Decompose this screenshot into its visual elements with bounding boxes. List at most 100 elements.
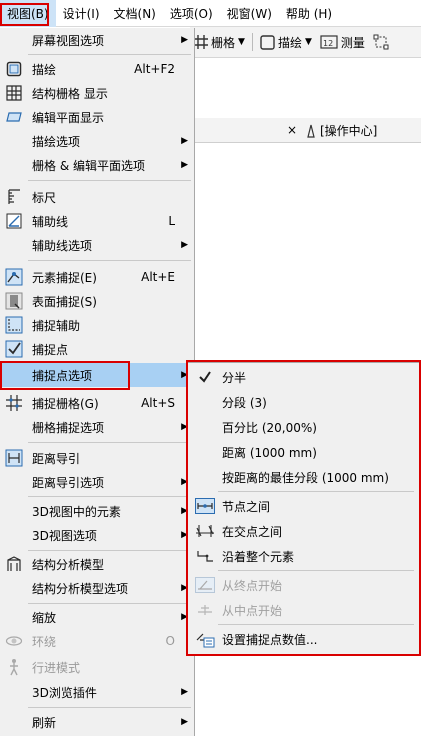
menu-item-refresh[interactable]: 刷新 ▶ bbox=[1, 710, 194, 734]
trace-tool-label: 描绘 bbox=[277, 35, 302, 50]
submenu-item-label: 在交点之间 bbox=[222, 524, 283, 539]
snap-grid-icon bbox=[5, 394, 23, 412]
submenu-item-set-snap-values[interactable]: 设置捕捉点数值... bbox=[189, 627, 419, 651]
menu-design[interactable]: 设计(I) bbox=[56, 0, 107, 27]
submenu-arrow-icon: ▶ bbox=[181, 136, 188, 146]
menu-item-grid-snap-options[interactable]: 栅格捕捉选项 ▶ bbox=[1, 415, 194, 439]
structural-model-icon bbox=[5, 555, 23, 573]
menu-separator bbox=[28, 180, 191, 181]
menu-bar: 视图(B) 设计(I) 文档(N) 选项(O) 视窗(W) 帮助 (H) bbox=[0, 0, 421, 27]
submenu-item-percentage[interactable]: 百分比 (20,00%) bbox=[189, 415, 419, 439]
selection-icon bbox=[373, 34, 389, 50]
submenu-item-half[interactable]: 分半 bbox=[189, 365, 419, 389]
submenu-item-label: 距离 (1000 mm) bbox=[222, 445, 317, 460]
menu-item-trace[interactable]: 描绘 Alt+F2 bbox=[1, 57, 194, 81]
grid-tool-label: 栅格 bbox=[211, 35, 236, 50]
menu-item-label: 行进模式 bbox=[32, 660, 81, 675]
menu-item-label: 距离导引选项 bbox=[32, 475, 105, 490]
menu-separator bbox=[28, 550, 191, 551]
trace-tool[interactable]: 描绘 ▼ bbox=[256, 34, 316, 51]
menu-item-elements-in-3d-view[interactable]: 3D视图中的元素 ▶ bbox=[1, 499, 194, 523]
measure-tool[interactable]: 12 测量 bbox=[316, 34, 369, 51]
menu-separator bbox=[28, 260, 191, 261]
select-tool[interactable] bbox=[369, 34, 393, 50]
guide-line-icon bbox=[5, 212, 23, 230]
menu-item-label: 结构分析模型选项 bbox=[32, 581, 129, 596]
menu-item-label: 3D浏览插件 bbox=[32, 685, 97, 700]
submenu-item-from-endpoint: 从终点开始 bbox=[189, 573, 419, 597]
menu-item-label: 刷新 bbox=[32, 715, 57, 730]
menu-item-3d-navigation-extras[interactable]: 3D浏览插件 ▶ bbox=[1, 680, 194, 704]
submenu-arrow-icon: ▶ bbox=[181, 240, 188, 250]
submenu-item-label: 节点之间 bbox=[222, 499, 271, 514]
menu-help[interactable]: 帮助 (H) bbox=[279, 0, 339, 27]
menu-item-element-snap[interactable]: 元素捕捉(E) Alt+E bbox=[1, 265, 194, 289]
submenu-arrow-icon: ▶ bbox=[181, 687, 188, 697]
menu-item-label: 辅助线选项 bbox=[32, 238, 93, 253]
menu-item-zoom[interactable]: 缩放 ▶ bbox=[1, 605, 194, 629]
orbit-icon bbox=[5, 632, 23, 650]
menu-item-structural-analysis-model[interactable]: 结构分析模型 bbox=[1, 552, 194, 576]
toolbar: 栅格 ▼ 描绘 ▼ 12 测量 bbox=[190, 27, 421, 58]
menu-item-label: 缩放 bbox=[32, 610, 57, 625]
menu-item-snap-guide[interactable]: 捕捉辅助 bbox=[1, 313, 194, 337]
submenu-item-best-division-by-distance[interactable]: 按距离的最佳分段 (1000 mm) bbox=[189, 465, 419, 489]
between-intersections-icon bbox=[195, 522, 215, 540]
chevron-down-icon: ▼ bbox=[304, 37, 312, 47]
menu-item-grid-edit-plane-options[interactable]: 栅格 & 编辑平面选项 ▶ bbox=[1, 153, 194, 177]
menu-item-distance-guide[interactable]: 距离导引 bbox=[1, 446, 194, 470]
menu-separator bbox=[28, 603, 191, 604]
menu-item-label: 描绘 bbox=[32, 62, 57, 77]
menu-item-label: 3D视图选项 bbox=[32, 528, 97, 543]
menu-item-guide-line-options[interactable]: 辅助线选项 ▶ bbox=[1, 233, 194, 257]
trace-icon bbox=[5, 60, 23, 78]
menu-item-orbit: 环绕 O bbox=[1, 629, 194, 653]
menu-item-snap-grid[interactable]: 捕捉栅格(G) Alt+S bbox=[1, 391, 194, 415]
submenu-item-distance[interactable]: 距离 (1000 mm) bbox=[189, 440, 419, 464]
submenu-separator bbox=[218, 491, 414, 492]
submenu-item-between-nodes[interactable]: 节点之间 bbox=[189, 494, 419, 518]
menu-item-snap-point[interactable]: 捕捉点 bbox=[1, 337, 194, 361]
menu-item-screen-view-options[interactable]: 屏幕视图选项 ▶ bbox=[1, 28, 194, 52]
menu-item-3d-view-options[interactable]: 3D视图选项 ▶ bbox=[1, 523, 194, 547]
menu-window[interactable]: 视窗(W) bbox=[220, 0, 279, 27]
submenu-item-along-entire-element[interactable]: 沿着整个元素 bbox=[189, 544, 419, 568]
menu-item-guide-line[interactable]: 辅助线 L bbox=[1, 209, 194, 233]
from-endpoint-icon bbox=[195, 576, 215, 594]
menu-separator bbox=[28, 496, 191, 497]
menu-item-distance-guide-options[interactable]: 距离导引选项 ▶ bbox=[1, 470, 194, 494]
menu-options[interactable]: 选项(O) bbox=[163, 0, 220, 27]
menu-item-surface-snap[interactable]: 表面捕捉(S) bbox=[1, 289, 194, 313]
submenu-item-from-midpoint: 从中点开始 bbox=[189, 598, 419, 622]
view-tab-strip: × [操作中心] bbox=[190, 118, 421, 143]
menu-item-structural-analysis-model-options[interactable]: 结构分析模型选项 ▶ bbox=[1, 576, 194, 600]
submenu-arrow-icon: ▶ bbox=[181, 160, 188, 170]
grid-icon bbox=[5, 84, 23, 102]
action-center-icon bbox=[306, 124, 316, 138]
submenu-item-label: 从中点开始 bbox=[222, 603, 283, 618]
submenu-item-segments[interactable]: 分段 (3) bbox=[189, 390, 419, 414]
menu-separator bbox=[28, 707, 191, 708]
menu-item-label: 标尺 bbox=[32, 190, 57, 205]
menu-item-label: 结构分析模型 bbox=[32, 557, 105, 572]
menu-view[interactable]: 视图(B) bbox=[0, 0, 56, 27]
grid-tool-icon bbox=[194, 35, 208, 49]
submenu-item-between-intersections[interactable]: 在交点之间 bbox=[189, 519, 419, 543]
shortcut-label: O bbox=[165, 634, 175, 648]
menu-item-snap-point-options[interactable]: 捕捉点选项 ▶ bbox=[1, 363, 194, 387]
tab-action-center[interactable]: [操作中心] bbox=[306, 122, 377, 139]
grid-tool[interactable]: 栅格 ▼ bbox=[190, 34, 249, 51]
menu-document[interactable]: 文档(N) bbox=[107, 0, 163, 27]
menu-item-structural-grid[interactable]: 结构栅格 显示 bbox=[1, 81, 194, 105]
submenu-item-label: 从终点开始 bbox=[222, 578, 283, 593]
menu-item-trace-options[interactable]: 描绘选项 ▶ bbox=[1, 129, 194, 153]
menu-separator bbox=[28, 54, 191, 55]
from-midpoint-icon bbox=[195, 601, 215, 619]
menu-item-ruler[interactable]: 标尺 bbox=[1, 185, 194, 209]
shortcut-label: Alt+E bbox=[141, 270, 175, 284]
shortcut-label: Alt+F2 bbox=[134, 62, 175, 76]
close-tab-icon[interactable]: × bbox=[287, 123, 297, 137]
svg-text:12: 12 bbox=[323, 39, 333, 48]
menu-item-edit-plane[interactable]: 编辑平面显示 bbox=[1, 105, 194, 129]
menu-item-label: 捕捉辅助 bbox=[32, 318, 81, 333]
